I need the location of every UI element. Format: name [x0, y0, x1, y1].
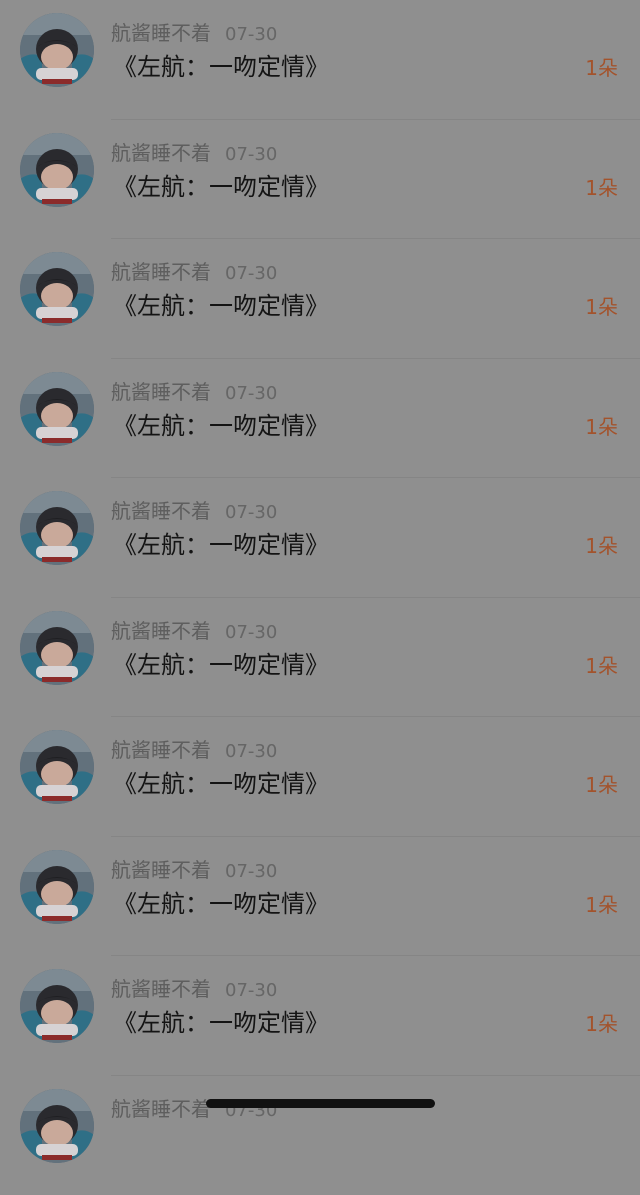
- date-label: 07-30: [225, 980, 277, 1001]
- list-item[interactable]: 航酱睡不着07-30: [0, 1076, 640, 1195]
- avatar[interactable]: [20, 730, 94, 804]
- date-label: 07-30: [225, 622, 277, 643]
- username[interactable]: 航酱睡不着: [111, 619, 211, 643]
- list-item[interactable]: 航酱睡不着 07-30 《左航：一吻定情》 1朵: [0, 478, 640, 598]
- item-title: 《左航：一吻定情》: [113, 528, 329, 562]
- avatar-photo-icon: [20, 372, 94, 446]
- item-meta: 航酱睡不着 07-30: [111, 856, 277, 884]
- item-meta: 航酱睡不着 07-30: [111, 19, 277, 47]
- list-item[interactable]: 航酱睡不着 07-30 《左航：一吻定情》 1朵: [0, 956, 640, 1076]
- list-item[interactable]: 航酱睡不着 07-30 《左航：一吻定情》 1朵: [0, 717, 640, 837]
- username[interactable]: 航酱睡不着: [111, 858, 211, 882]
- item-meta: 航酱睡不着 07-30: [111, 258, 277, 286]
- item-title: 《左航：一吻定情》: [113, 1006, 329, 1040]
- item-meta: 航酱睡不着 07-30: [111, 378, 277, 406]
- item-meta: 航酱睡不着 07-30: [111, 139, 277, 167]
- avatar-photo-icon: [20, 969, 94, 1043]
- date-label: 07-30: [225, 263, 277, 284]
- avatar[interactable]: [20, 372, 94, 446]
- list-item[interactable]: 航酱睡不着 07-30 《左航：一吻定情》 1朵: [0, 0, 640, 120]
- date-label: 07-30: [225, 144, 277, 165]
- avatar-photo-icon: [20, 611, 94, 685]
- gift-count: 1朵: [585, 292, 618, 322]
- gift-record-list: 航酱睡不着 07-30 《左航：一吻定情》 1朵 航酱睡不着 07-30 《左航：一…: [0, 0, 640, 1195]
- avatar-photo-icon: [20, 133, 94, 207]
- list-item[interactable]: 航酱睡不着 07-30 《左航：一吻定情》 1朵: [0, 120, 640, 240]
- home-indicator[interactable]: [206, 1099, 435, 1108]
- gift-count: 1朵: [585, 890, 618, 920]
- item-title: 《左航：一吻定情》: [113, 409, 329, 443]
- date-label: 07-30: [225, 741, 277, 762]
- avatar[interactable]: [20, 1089, 94, 1163]
- list-item[interactable]: 航酱睡不着 07-30 《左航：一吻定情》 1朵: [0, 359, 640, 479]
- item-title: 《左航：一吻定情》: [113, 50, 329, 84]
- avatar-photo-icon: [20, 13, 94, 87]
- date-label: 07-30: [225, 502, 277, 523]
- avatar-photo-icon: [20, 1089, 94, 1163]
- item-title: 《左航：一吻定情》: [113, 648, 329, 682]
- avatar-photo-icon: [20, 252, 94, 326]
- item-title: 《左航：一吻定情》: [113, 170, 329, 204]
- avatar[interactable]: [20, 850, 94, 924]
- date-label: 07-30: [225, 383, 277, 404]
- username[interactable]: 航酱睡不着: [111, 260, 211, 284]
- item-meta: 航酱睡不着 07-30: [111, 617, 277, 645]
- username[interactable]: 航酱睡不着: [111, 977, 211, 1001]
- date-label: 07-30: [225, 24, 277, 45]
- gift-count: 1朵: [585, 1009, 618, 1039]
- avatar[interactable]: [20, 491, 94, 565]
- avatar-photo-icon: [20, 491, 94, 565]
- avatar[interactable]: [20, 13, 94, 87]
- gift-count: 1朵: [585, 651, 618, 681]
- avatar[interactable]: [20, 611, 94, 685]
- date-label: 07-30: [225, 861, 277, 882]
- gift-count: 1朵: [585, 412, 618, 442]
- gift-count: 1朵: [585, 770, 618, 800]
- username[interactable]: 航酱睡不着: [111, 738, 211, 762]
- username[interactable]: 航酱睡不着: [111, 380, 211, 404]
- list-item[interactable]: 航酱睡不着 07-30 《左航：一吻定情》 1朵: [0, 598, 640, 718]
- username[interactable]: 航酱睡不着: [111, 499, 211, 523]
- avatar-photo-icon: [20, 850, 94, 924]
- gift-count: 1朵: [585, 531, 618, 561]
- list-item[interactable]: 航酱睡不着 07-30 《左航：一吻定情》 1朵: [0, 837, 640, 957]
- avatar-photo-icon: [20, 730, 94, 804]
- username[interactable]: 航酱睡不着: [111, 1097, 211, 1121]
- list-item[interactable]: 航酱睡不着 07-30 《左航：一吻定情》 1朵: [0, 239, 640, 359]
- item-meta: 航酱睡不着 07-30: [111, 497, 277, 525]
- item-title: 《左航：一吻定情》: [113, 887, 329, 921]
- avatar[interactable]: [20, 133, 94, 207]
- item-meta: 航酱睡不着 07-30: [111, 975, 277, 1003]
- gift-count: 1朵: [585, 173, 618, 203]
- item-title: 《左航：一吻定情》: [113, 289, 329, 323]
- gift-count: 1朵: [585, 53, 618, 83]
- avatar[interactable]: [20, 252, 94, 326]
- item-title: 《左航：一吻定情》: [113, 767, 329, 801]
- username[interactable]: 航酱睡不着: [111, 141, 211, 165]
- username[interactable]: 航酱睡不着: [111, 21, 211, 45]
- item-meta: 航酱睡不着 07-30: [111, 736, 277, 764]
- avatar[interactable]: [20, 969, 94, 1043]
